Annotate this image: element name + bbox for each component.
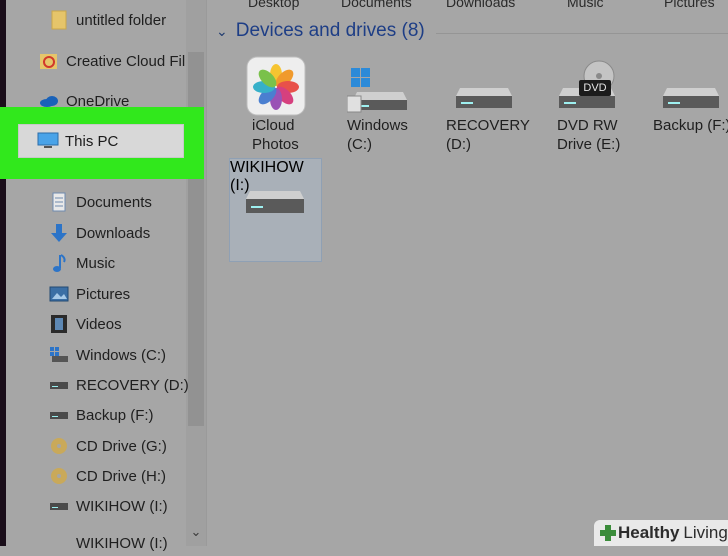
cd-drive-icon — [48, 465, 70, 487]
devices-group-title: Devices and drives (8) — [235, 20, 425, 41]
sidebar-item-label: Music — [76, 254, 116, 272]
cd-drive-icon — [48, 435, 70, 457]
sidebar-item-label: Creative Cloud Fil — [66, 52, 186, 70]
healthy-living-logo: Healthy Living — [594, 520, 728, 546]
drive-icon — [663, 88, 719, 108]
scroll-down-arrow-icon[interactable]: ⌄ — [189, 524, 203, 540]
videos-icon — [48, 313, 70, 335]
drive-icon — [456, 88, 512, 108]
drive-tile-dvd-rw-e[interactable]: DVD DVD RW Drive (E:) — [557, 60, 637, 158]
sidebar-item-cd-drive-h[interactable]: CD Drive (H:) — [48, 463, 166, 489]
quick-access-pictures[interactable]: Pictures — [664, 0, 715, 10]
quick-access-documents[interactable]: Documents — [341, 0, 412, 10]
tile-label: Photos — [252, 136, 299, 153]
sidebar-item-cd-drive-g[interactable]: CD Drive (G:) — [48, 433, 167, 459]
documents-icon — [48, 191, 70, 213]
sidebar-item-label: CD Drive (G:) — [76, 437, 167, 455]
sidebar-item-music[interactable]: Music — [48, 250, 115, 276]
sidebar-item-creative-cloud[interactable]: Creative Cloud Fil — [38, 48, 185, 74]
drive-icon — [48, 404, 70, 426]
tile-label: (C:) — [347, 136, 372, 153]
tile-label: RECOVERY — [446, 117, 530, 134]
drive-icon — [246, 191, 304, 213]
tile-label: DVD RW — [557, 117, 618, 134]
drive-tile-icloud-photos[interactable]: iCloud Photos — [246, 56, 306, 156]
chevron-down-icon[interactable]: ⌄ — [216, 23, 228, 40]
sidebar-item-recovery-d[interactable]: RECOVERY (D:) — [48, 372, 189, 398]
windows-drive-icon — [347, 68, 407, 113]
sidebar-item-label: Pictures — [76, 285, 131, 303]
sidebar-item-wikihow-i[interactable]: WIKIHOW (I:) — [48, 493, 168, 519]
tile-label: (D:) — [446, 136, 471, 153]
downloads-icon — [48, 222, 70, 244]
music-icon — [48, 252, 70, 274]
sidebar-item-videos[interactable]: Videos — [48, 311, 122, 337]
plus-leaf-icon — [600, 525, 616, 541]
drive-icon — [48, 532, 70, 554]
tile-label: Drive (E:) — [557, 136, 621, 153]
tile-label: Windows — [347, 117, 408, 134]
quick-access-desktop[interactable]: Desktop — [248, 0, 299, 10]
quick-access-music[interactable]: Music — [567, 0, 604, 10]
logo-text-living: Living — [683, 523, 728, 542]
tile-label: iCloud — [252, 117, 295, 134]
sidebar-item-wikihow-i-2[interactable]: WIKIHOW (I:) — [48, 530, 168, 556]
sidebar-item-pictures[interactable]: Pictures — [48, 281, 130, 307]
creative-cloud-icon — [38, 50, 60, 72]
sidebar-item-label: WIKIHOW (I:) — [76, 497, 168, 515]
quick-access-downloads[interactable]: Downloads — [446, 0, 515, 10]
drive-icon — [48, 374, 70, 396]
drive-tile-backup-f[interactable]: Backup (F:) — [653, 84, 728, 144]
sidebar-item-windows-c[interactable]: Windows (C:) — [48, 342, 166, 368]
sidebar-item-downloads[interactable]: Downloads — [48, 220, 150, 246]
sidebar-item-label: CD Drive (H:) — [76, 467, 166, 485]
devices-group-header[interactable]: ⌄ Devices and drives (8) — [216, 20, 425, 42]
drive-icon — [48, 495, 70, 517]
sidebar-item-untitled-folder[interactable]: untitled folder — [48, 7, 166, 33]
sidebar-item-label: Downloads — [76, 224, 151, 242]
this-pc-icon — [37, 131, 59, 151]
group-separator — [436, 33, 728, 34]
sidebar-item-label: Videos — [76, 315, 122, 333]
sidebar-item-label: This PC — [65, 132, 119, 150]
icloud-photos-icon — [246, 56, 306, 116]
sidebar-item-this-pc[interactable]: This PC — [18, 124, 184, 158]
windows-drive-icon — [48, 344, 70, 366]
sidebar-item-label: Backup (F:) — [76, 406, 154, 424]
sidebar-item-documents[interactable]: Documents — [48, 189, 152, 215]
dvd-badge: DVD — [579, 80, 611, 96]
sidebar-item-label: untitled folder — [76, 11, 167, 29]
tile-label: WIKIHOW — [230, 159, 304, 176]
pane-divider[interactable] — [206, 0, 207, 546]
sidebar-item-label: Windows (C:) — [76, 346, 167, 364]
drive-tile-wikihow-i[interactable]: WIKIHOW (I:) — [229, 158, 322, 262]
drive-tile-recovery-d[interactable]: RECOVERY (D:) — [446, 84, 530, 158]
sidebar-item-label: Documents — [76, 193, 152, 211]
folder-icon — [48, 9, 70, 31]
tile-label: Backup (F:) — [653, 117, 728, 134]
logo-text-healthy: Healthy — [618, 523, 680, 542]
drive-tile-windows-c[interactable]: Windows (C:) — [347, 68, 417, 158]
pictures-icon — [48, 283, 70, 305]
sidebar-item-label: WIKIHOW (I:) — [76, 534, 168, 552]
sidebar-item-backup-f[interactable]: Backup (F:) — [48, 402, 154, 428]
sidebar-item-label: RECOVERY (D:) — [76, 376, 189, 394]
